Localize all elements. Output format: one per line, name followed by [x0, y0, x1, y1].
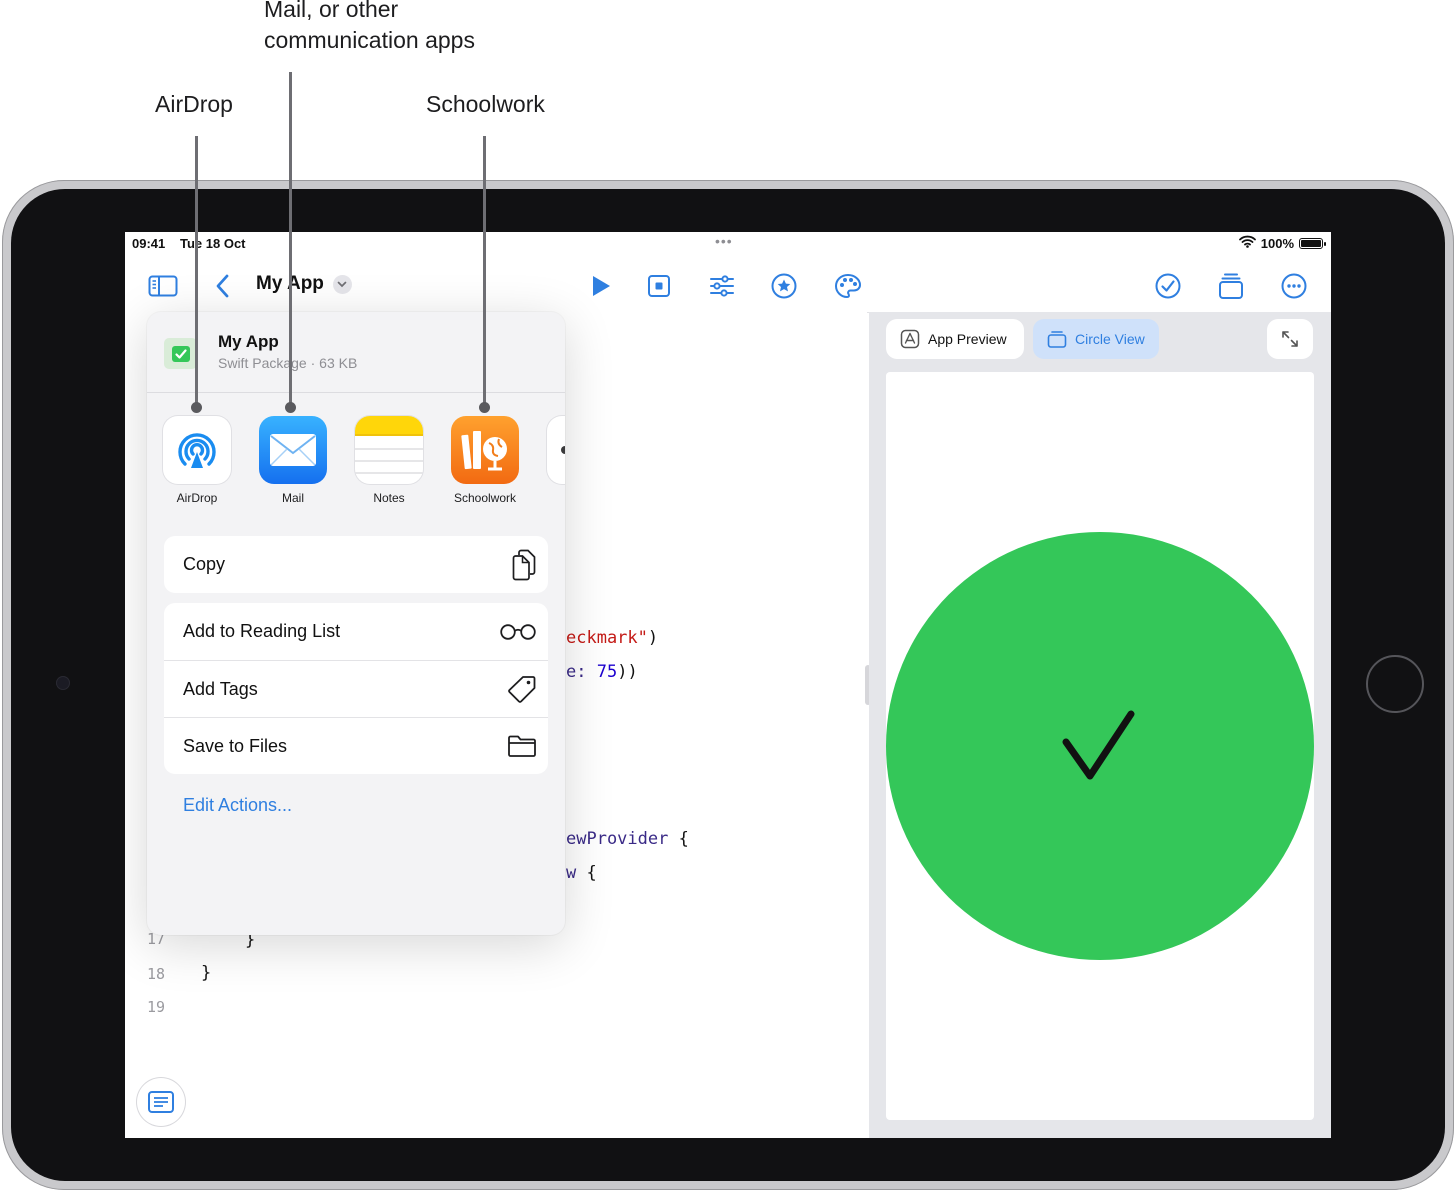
palette-icon[interactable]: [831, 269, 865, 303]
share-sheet-header: My App Swift Package · 63 KB: [147, 312, 565, 393]
home-button[interactable]: [1366, 655, 1424, 713]
add-to-reading-list-action[interactable]: Add to Reading List: [164, 603, 548, 660]
leader-line-airdrop: [195, 136, 198, 406]
share-item-name: My App: [218, 332, 279, 351]
share-app-label: AirDrop: [176, 491, 218, 505]
stop-icon[interactable]: [642, 269, 676, 303]
expand-icon[interactable]: [1267, 319, 1313, 359]
share-app-mail[interactable]: Mail: [245, 410, 341, 505]
add-tags-action[interactable]: Add Tags: [164, 660, 548, 717]
back-chevron-icon[interactable]: [205, 269, 239, 303]
screen: 09:41 Tue 18 Oct ••• 100% My App eckmark…: [125, 232, 1331, 1138]
swift-package-icon: [164, 338, 197, 369]
leader-line-mail: [289, 72, 292, 406]
leader-line-schoolwork: [483, 136, 486, 406]
code-line: e: 75)): [566, 662, 638, 682]
share-app-airdrop[interactable]: AirDrop: [149, 410, 245, 505]
schoolwork-icon: [451, 416, 519, 484]
code-line: }: [201, 963, 212, 983]
share-app-label: Mail: [281, 491, 304, 505]
battery-percent: 100%: [1260, 235, 1294, 251]
share-item-subtitle: Swift Package · 63 KB: [218, 355, 358, 371]
tab-circle-view[interactable]: Circle View: [1033, 319, 1159, 359]
leader-dot-mail: [285, 402, 296, 413]
notes-button[interactable]: [137, 1078, 185, 1126]
glasses-icon: [500, 623, 536, 640]
preview-canvas: [886, 372, 1314, 1120]
more-icon[interactable]: [1277, 269, 1311, 303]
line-number: 19: [147, 998, 166, 1016]
star-icon[interactable]: [767, 269, 801, 303]
callout-mail-line2: communication apps: [264, 27, 475, 53]
status-date: Tue 18 Oct: [180, 236, 246, 251]
battery-icon: [1299, 237, 1326, 249]
save-to-files-action[interactable]: Save to Files: [164, 717, 548, 774]
sidebar-icon[interactable]: [146, 269, 180, 303]
share-app-label: Schoolwork: [453, 491, 517, 505]
app-store-icon: [900, 329, 920, 349]
leader-dot-schoolwork: [479, 402, 490, 413]
window-stack-icon: [1047, 331, 1067, 348]
window-stack-icon[interactable]: [1214, 269, 1248, 303]
more-apps-icon: [547, 416, 565, 484]
reading-list-label: Add to Reading List: [183, 621, 341, 641]
share-sheet: My App Swift Package · 63 KB AirDrop Mai…: [147, 312, 565, 935]
tab-app-preview-label: App Preview: [928, 331, 1007, 347]
leader-dot-airdrop: [191, 402, 202, 413]
battery-fill: [1301, 239, 1321, 247]
status-right: 100%: [1238, 235, 1326, 251]
share-app-more[interactable]: [535, 410, 565, 484]
share-app-row: AirDrop Mail Notes Schoolwork: [147, 410, 565, 510]
settings-sliders-icon[interactable]: [705, 269, 739, 303]
title-menu-chevron-icon: [332, 274, 352, 294]
circle-view: [886, 532, 1314, 960]
callout-mail: Mail, or other communication apps: [264, 0, 475, 56]
edit-actions-link[interactable]: Edit Actions...: [183, 795, 292, 816]
copy-group: Copy: [164, 536, 548, 593]
copy-action[interactable]: Copy: [164, 536, 548, 593]
line-number: 18: [147, 965, 166, 983]
toolbar: My App: [125, 260, 1331, 313]
notes-icon: [355, 416, 423, 484]
mail-icon: [259, 416, 327, 484]
save-to-files-label: Save to Files: [183, 735, 288, 756]
green-circle: [886, 532, 1314, 960]
tab-circle-view-label: Circle View: [1075, 331, 1145, 347]
checkmark-circle-icon[interactable]: [1151, 269, 1185, 303]
code-line: ewProvider {: [566, 829, 689, 849]
folder-icon: [508, 735, 536, 757]
callout-mail-line1: Mail, or other: [264, 0, 399, 22]
wifi-icon: [1238, 235, 1256, 251]
preview-pane: App Preview Circle View: [869, 312, 1331, 1138]
copy-icon: [512, 549, 536, 580]
tag-icon: [508, 676, 536, 703]
add-tags-label: Add Tags: [183, 678, 258, 699]
status-time: 09:41: [132, 236, 166, 251]
share-app-notes[interactable]: Notes: [341, 410, 437, 505]
copy-label: Copy: [183, 554, 226, 574]
actions-group: Add to Reading List Add Tags Save to Fil…: [164, 603, 548, 774]
callout-airdrop: AirDrop: [155, 91, 233, 117]
run-icon[interactable]: [584, 269, 618, 303]
share-app-label: Notes: [373, 491, 405, 505]
tab-app-preview[interactable]: App Preview: [886, 319, 1024, 359]
multitasking-dots[interactable]: •••: [715, 233, 733, 249]
title-menu[interactable]: My App: [256, 273, 352, 295]
airdrop-icon: [163, 416, 231, 484]
code-line: w {: [566, 863, 597, 883]
callout-schoolwork: Schoolwork: [426, 91, 545, 117]
front-camera: [57, 677, 69, 689]
code-line: eckmark"): [566, 628, 659, 648]
share-app-schoolwork[interactable]: Schoolwork: [437, 410, 533, 505]
